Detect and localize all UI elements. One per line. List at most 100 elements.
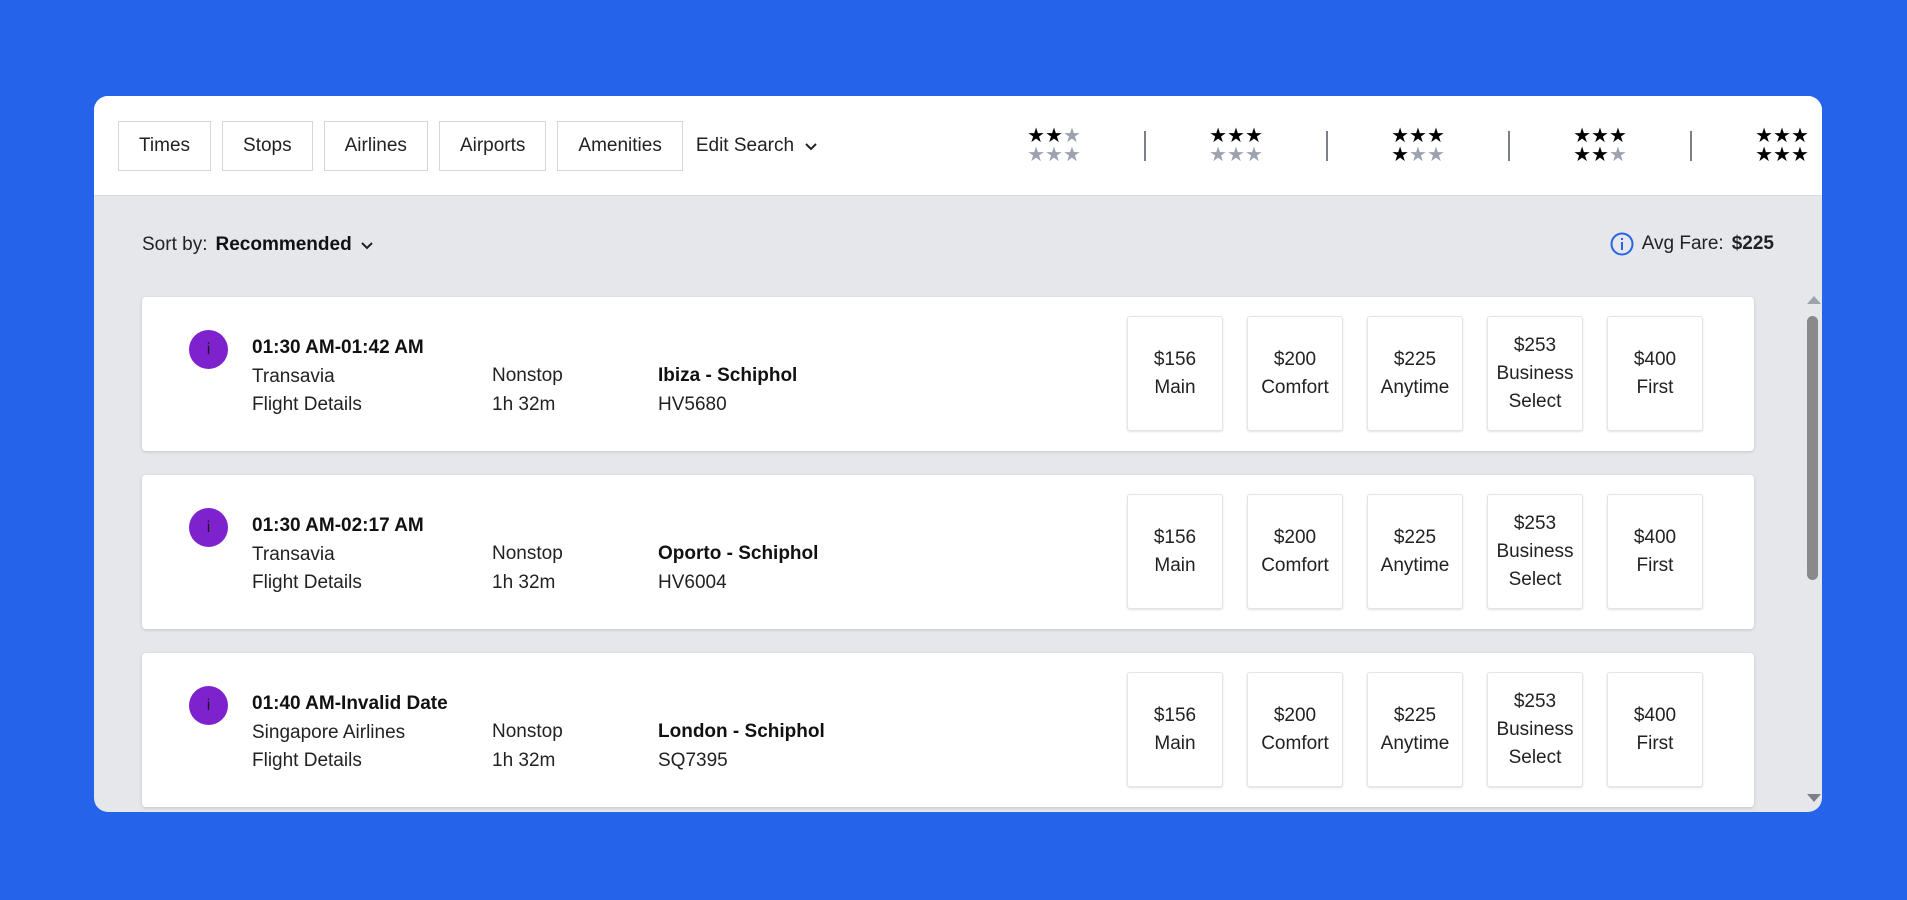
flight-details-link[interactable]: Flight Details	[252, 391, 424, 420]
fare-price: $200	[1273, 348, 1317, 370]
star-group-option[interactable]: ★★★ ★★★	[1328, 126, 1508, 166]
fare-option[interactable]: $253 Business Select	[1487, 494, 1583, 609]
scroll-up-icon[interactable]	[1807, 296, 1821, 304]
star-group-option[interactable]: ★★★ ★★★	[964, 126, 1144, 166]
fare-option[interactable]: $156 Main	[1127, 316, 1223, 431]
flight-details-link[interactable]: Flight Details	[252, 747, 448, 776]
flight-times-col: 01:30 AM-02:17 AM Transavia Flight Detai…	[252, 512, 424, 598]
info-icon[interactable]	[1610, 232, 1634, 256]
fare-option[interactable]: $156 Main	[1127, 672, 1223, 787]
scrollbar-thumb[interactable]	[1807, 316, 1818, 580]
flight-route-col: Oporto - Schiphol HV6004	[658, 540, 818, 597]
fare-price: $156	[1153, 704, 1197, 726]
flight-list: i 01:30 AM-01:42 AM Transavia Flight Det…	[142, 297, 1754, 812]
fare-option[interactable]: $200 Comfort	[1247, 316, 1343, 431]
star-icon: ★	[1045, 143, 1063, 166]
fare-price: $225	[1393, 348, 1437, 370]
star-icon: ★	[1391, 143, 1410, 166]
sort-dropdown[interactable]: Sort by: Recommended	[142, 234, 374, 256]
fare-options: $156 Main $200 Comfort $225 Anytime $253…	[1127, 316, 1703, 431]
star-group-option[interactable]: ★★★ ★★★	[1692, 126, 1822, 166]
filter-amenities-button[interactable]: Amenities	[557, 120, 683, 171]
fare-option[interactable]: $225 Anytime	[1367, 672, 1463, 787]
avg-fare-label: Avg Fare:	[1641, 233, 1724, 254]
star-group-option[interactable]: ★★★ ★★★	[1146, 126, 1326, 166]
flight-number: HV5680	[658, 393, 727, 415]
filter-times-button[interactable]: Times	[118, 120, 212, 171]
fare-price: $156	[1153, 526, 1197, 548]
sort-value: Recommended	[215, 234, 352, 255]
star-group-option[interactable]: ★★★ ★★★	[1510, 126, 1690, 166]
star-icon: ★	[1608, 143, 1627, 166]
fare-option[interactable]: $253 Business Select	[1487, 316, 1583, 431]
fare-price: $253	[1513, 334, 1557, 356]
route: Oporto - Schiphol	[658, 543, 819, 564]
route: London - Schiphol	[658, 721, 825, 742]
stops: Nonstop	[492, 365, 563, 386]
filter-buttons: Times Stops Airlines Airports Amenities …	[118, 120, 818, 171]
fare-option[interactable]: $225 Anytime	[1367, 494, 1463, 609]
fare-option[interactable]: $400 First	[1607, 316, 1703, 431]
fare-option[interactable]: $200 Comfort	[1247, 672, 1343, 787]
fare-class: First	[1636, 732, 1674, 754]
duration: 1h 32m	[492, 749, 556, 771]
stops: Nonstop	[492, 543, 563, 564]
scrollbar[interactable]	[1804, 292, 1821, 812]
star-icon: ★	[1244, 143, 1263, 166]
fare-class: Main	[1154, 376, 1196, 398]
flight-times-col: 01:30 AM-01:42 AM Transavia Flight Detai…	[252, 334, 424, 420]
fare-class: Business Select	[1496, 362, 1574, 412]
route: Ibiza - Schiphol	[658, 365, 798, 386]
fare-class: Comfort	[1261, 376, 1329, 398]
flight-details-link[interactable]: Flight Details	[252, 569, 424, 598]
fare-price: $200	[1273, 704, 1317, 726]
fare-options: $156 Main $200 Comfort $225 Anytime $253…	[1127, 672, 1703, 787]
airline-name: Transavia	[252, 543, 335, 565]
fare-price: $156	[1153, 348, 1197, 370]
filter-bar: Times Stops Airlines Airports Amenities …	[94, 96, 1822, 196]
fare-option[interactable]: $400 First	[1607, 494, 1703, 609]
edit-search-dropdown[interactable]: Edit Search	[696, 135, 818, 157]
star-icon: ★	[1591, 143, 1609, 166]
filter-airlines-button[interactable]: Airlines	[323, 120, 428, 171]
fare-option[interactable]: $253 Business Select	[1487, 672, 1583, 787]
airline-name: Singapore Airlines	[252, 721, 406, 743]
stops: Nonstop	[492, 721, 563, 742]
star-icon: ★	[1409, 143, 1427, 166]
airline-badge: i	[189, 330, 228, 369]
fare-class: Business Select	[1496, 718, 1574, 768]
scroll-down-icon[interactable]	[1807, 794, 1821, 802]
fare-option[interactable]: $400 First	[1607, 672, 1703, 787]
fare-price: $400	[1633, 704, 1677, 726]
fare-price: $225	[1393, 704, 1437, 726]
star-icon: ★	[1790, 143, 1809, 166]
edit-search-label: Edit Search	[695, 134, 795, 156]
fare-class: Anytime	[1380, 732, 1450, 754]
flight-card: i 01:40 AM-Invalid Date Singapore Airlin…	[142, 653, 1754, 807]
star-row: ★★★	[1755, 143, 1809, 166]
airline-name: Transavia	[252, 365, 335, 387]
fare-price: $225	[1393, 526, 1437, 548]
avg-fare: Avg Fare: $225	[1610, 232, 1774, 256]
filter-airports-button[interactable]: Airports	[438, 120, 547, 171]
duration: 1h 32m	[492, 571, 556, 593]
star-icon: ★	[1573, 143, 1592, 166]
star-icon: ★	[1227, 143, 1245, 166]
flight-results-window: Times Stops Airlines Airports Amenities …	[94, 96, 1822, 812]
flight-route-col: London - Schiphol SQ7395	[658, 718, 825, 775]
star-icon: ★	[1027, 143, 1046, 166]
flight-number: SQ7395	[658, 749, 728, 771]
fare-price: $400	[1633, 348, 1677, 370]
fare-option[interactable]: $225 Anytime	[1367, 316, 1463, 431]
fare-option[interactable]: $200 Comfort	[1247, 494, 1343, 609]
filter-stops-button[interactable]: Stops	[222, 120, 313, 171]
chevron-down-icon	[805, 142, 817, 150]
fare-class: Anytime	[1380, 554, 1450, 576]
star-icon: ★	[1062, 143, 1081, 166]
airline-badge: i	[189, 686, 228, 725]
star-rating-filter: ★★★ ★★★ ★★★ ★★★ ★★★ ★★★ ★★★ ★★★ ★★★ ★★★	[964, 96, 1822, 195]
flight-number: HV6004	[658, 571, 727, 593]
fare-class: Main	[1154, 732, 1196, 754]
fare-option[interactable]: $156 Main	[1127, 494, 1223, 609]
star-row: ★★★	[1391, 143, 1445, 166]
